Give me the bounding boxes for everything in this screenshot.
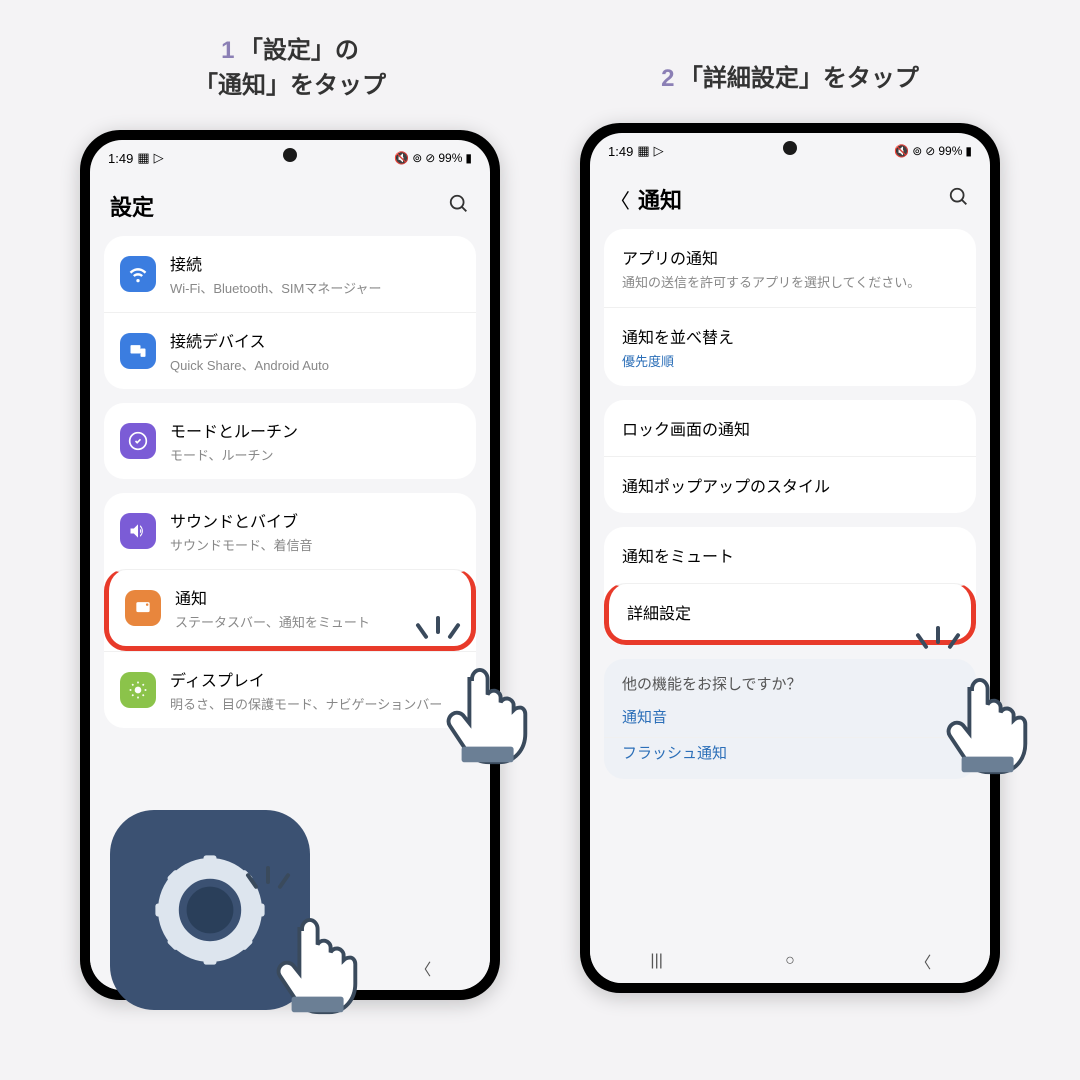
status-time: 1:49	[608, 144, 633, 159]
back-button[interactable]: 〈	[610, 185, 630, 214]
notif-group: ロック画面の通知 通知ポップアップのスタイル	[604, 400, 976, 513]
mute-icon: 🔇	[394, 151, 409, 165]
phone-frame-2: 1:49 ▦ ▷ 🔇 ⊚ ⊘ 99% ▮ 〈 通知	[580, 123, 1000, 993]
search-icon[interactable]	[448, 193, 470, 220]
battery-icon: ▮	[465, 151, 472, 165]
item-subtitle: ステータスバー、通知をミュート	[175, 612, 455, 631]
status-time: 1:49	[108, 151, 133, 166]
display-icon	[120, 672, 156, 708]
notifications-header: 〈 通知	[590, 165, 990, 229]
battery-percent: 99%	[938, 144, 962, 158]
page-title: 通知	[638, 183, 682, 215]
settings-item-modes[interactable]: モードとルーチン モード、ルーチン	[104, 403, 476, 479]
search-icon[interactable]	[948, 186, 970, 213]
item-title: 通知をミュート	[622, 543, 958, 567]
settings-header: 設定	[90, 172, 490, 236]
item-title: ディスプレイ	[170, 667, 460, 691]
hand-icon	[420, 640, 550, 770]
link-label: フラッシュ通知	[622, 742, 727, 763]
item-subtitle: モード、ルーチン	[170, 445, 460, 464]
notif-item-sort[interactable]: 通知を並べ替え 優先度順	[604, 307, 976, 386]
nav-bar: ||| ○ 〈	[590, 939, 990, 983]
step2-caption: 2 「詳細設定」をタップ	[560, 48, 1020, 103]
image-icon: ▦	[637, 143, 649, 159]
step1-caption: 1 「設定」の「通知」をタップ	[60, 20, 520, 110]
notif-group: 通知をミュート 詳細設定	[604, 527, 976, 645]
notif-group: アプリの通知 通知の送信を許可するアプリを選択してください。 通知を並べ替え 優…	[604, 229, 976, 386]
notification-icon	[125, 590, 161, 626]
notif-item-lockscreen[interactable]: ロック画面の通知	[604, 400, 976, 456]
nav-home[interactable]: ○	[777, 948, 803, 974]
item-title: 詳細設定	[627, 600, 953, 624]
page-title: 設定	[110, 190, 154, 222]
tap-cursor-2	[920, 650, 1050, 780]
tap-cursor-1	[420, 640, 550, 770]
routine-icon	[120, 423, 156, 459]
item-subtitle: Wi-Fi、Bluetooth、SIMマネージャー	[170, 278, 460, 297]
link-label: 通知音	[622, 706, 667, 727]
mute-icon: 🔇	[894, 144, 909, 158]
notif-item-mute[interactable]: 通知をミュート	[604, 527, 976, 583]
camera-dot	[283, 148, 297, 162]
wifi-icon: ⊚	[912, 144, 922, 158]
notif-item-popup-style[interactable]: 通知ポップアップのスタイル	[604, 456, 976, 513]
hand-icon	[250, 890, 380, 1020]
item-subtitle: サウンドモード、着信音	[170, 535, 460, 554]
item-title: 通知	[175, 585, 455, 609]
item-title: ロック画面の通知	[622, 416, 958, 440]
item-title: モードとルーチン	[170, 418, 460, 442]
battery-percent: 99%	[438, 151, 462, 165]
item-title: 通知を並べ替え	[622, 324, 958, 348]
settings-item-connections[interactable]: 接続 Wi-Fi、Bluetooth、SIMマネージャー	[104, 236, 476, 312]
tap-cursor-settings	[250, 890, 380, 1020]
nav-recents[interactable]: |||	[644, 948, 670, 974]
wifi-icon: ⊚	[412, 151, 422, 165]
item-title: アプリの通知	[622, 245, 958, 269]
item-subtitle: 明るさ、目の保護モード、ナビゲーションバー	[170, 694, 460, 713]
item-title: 接続	[170, 251, 460, 275]
settings-group: 接続 Wi-Fi、Bluetooth、SIMマネージャー 接続デバイス Quic…	[104, 236, 476, 389]
sound-icon	[120, 513, 156, 549]
notif-item-app-notifications[interactable]: アプリの通知 通知の送信を許可するアプリを選択してください。	[604, 229, 976, 307]
camera-dot	[783, 141, 797, 155]
item-title: サウンドとバイブ	[170, 508, 460, 532]
nav-back[interactable]: 〈	[410, 955, 436, 981]
wifi-icon	[120, 256, 156, 292]
hand-icon	[920, 650, 1050, 780]
settings-item-notifications[interactable]: 通知 ステータスバー、通知をミュート	[104, 569, 476, 651]
devices-icon	[120, 333, 156, 369]
settings-item-sound[interactable]: サウンドとバイブ サウンドモード、着信音	[104, 493, 476, 569]
item-title: 通知ポップアップのスタイル	[622, 473, 958, 497]
battery-icon: ▮	[965, 144, 972, 158]
item-subtitle: 優先度順	[622, 351, 958, 370]
step2-text: 「詳細設定」をタップ	[679, 65, 919, 92]
settings-item-devices[interactable]: 接続デバイス Quick Share、Android Auto	[104, 312, 476, 389]
step2-number: 2	[661, 65, 674, 92]
play-icon: ▷	[654, 143, 664, 159]
play-icon: ▷	[154, 150, 164, 166]
block-icon: ⊘	[925, 144, 935, 158]
image-icon: ▦	[137, 150, 149, 166]
item-subtitle: 通知の送信を許可するアプリを選択してください。	[622, 272, 958, 291]
item-title: 接続デバイス	[170, 328, 460, 352]
item-subtitle: Quick Share、Android Auto	[170, 355, 460, 374]
settings-group: モードとルーチン モード、ルーチン	[104, 403, 476, 479]
step1-number: 1	[221, 37, 234, 64]
nav-back[interactable]: 〈	[910, 948, 936, 974]
block-icon: ⊘	[425, 151, 435, 165]
